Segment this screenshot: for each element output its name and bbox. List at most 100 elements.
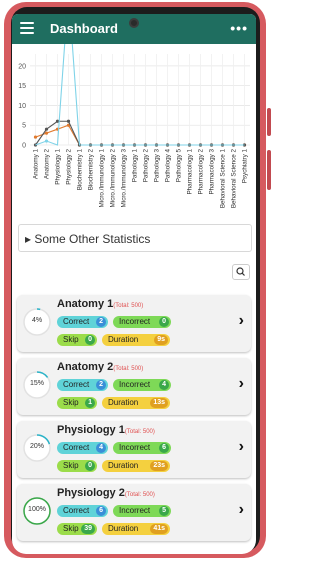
duration-value: 9s: [154, 335, 168, 345]
x-tick-label: Micro./Immunology 2: [110, 149, 117, 208]
progress-line-chart: 0 5 10 15 20 Anatomy 1 Anatomy 2 Physiology 1 Ph…: [18, 44, 250, 209]
series-line: [35, 44, 245, 146]
correct-count: 2: [96, 317, 106, 327]
topic-total: (Total: 500): [113, 366, 144, 372]
chevron-right-icon[interactable]: ›: [239, 438, 244, 456]
x-tick-label: Anatomy 1: [33, 149, 40, 180]
incorrect-pill: Incorrect 6: [113, 442, 171, 454]
skip-count: 0: [85, 461, 95, 471]
topic-title: Anatomy 1(Total: 500): [57, 298, 144, 310]
correct-pill: Correct 2: [57, 379, 108, 391]
x-tick-label: Pathology 3: [154, 149, 161, 183]
incorrect-count: 4: [159, 380, 169, 390]
y-tick-label: 5: [22, 123, 26, 130]
skip-count: 39: [81, 524, 95, 534]
duration-pill: Duration 13s: [102, 397, 170, 409]
duration-value: 13s: [150, 398, 168, 408]
topic-title: Anatomy 2(Total: 500): [57, 361, 144, 373]
search-icon: [236, 267, 245, 276]
progress-ring: 15%: [22, 370, 52, 400]
app-screen: Dashboard ••• 0 5 10 15 20 Anatomy 1 Anatomy 2…: [12, 14, 256, 554]
duration-value: 23s: [150, 461, 168, 471]
camera-icon: [129, 18, 139, 28]
chevron-right-icon[interactable]: ›: [239, 375, 244, 393]
progress-percent: 100%: [28, 506, 46, 513]
incorrect-count: 6: [159, 443, 169, 453]
progress-ring: 4%: [22, 307, 52, 337]
skip-pill: Skip 0: [57, 460, 97, 472]
duration-value: 41s: [150, 524, 168, 534]
x-tick-label: Pathology 4: [165, 149, 172, 183]
x-tick-label: Micro./Immunology 1: [99, 149, 106, 208]
correct-count: 4: [96, 443, 106, 453]
page-title: Dashboard: [50, 21, 118, 36]
y-tick-label: 10: [18, 103, 26, 110]
x-tick-label: Biochemistry 1: [77, 149, 84, 191]
x-tick-label: Behavioral Science 1: [220, 149, 227, 209]
topic-card[interactable]: 20% Physiology 1(Total: 500) Correct 4 I…: [17, 421, 251, 478]
x-tick-label: Pharmacology 3: [209, 149, 216, 195]
correct-pill: Correct 6: [57, 505, 108, 517]
chevron-right-icon[interactable]: ›: [239, 312, 244, 330]
topic-total: (Total: 500): [124, 492, 155, 498]
data-point: [44, 131, 49, 135]
duration-pill: Duration 41s: [102, 523, 170, 535]
chevron-right-icon[interactable]: ›: [239, 501, 244, 519]
topic-total: (Total: 500): [113, 303, 144, 309]
y-tick-label: 0: [22, 143, 26, 150]
incorrect-count: 5: [159, 506, 169, 516]
x-tick-label: Physiology 1: [55, 149, 62, 185]
skip-pill: Skip 0: [57, 334, 97, 346]
more-dots-icon[interactable]: •••: [230, 20, 248, 36]
skip-pill: Skip 1: [57, 397, 97, 409]
data-point: [33, 135, 38, 139]
progress-percent: 15%: [29, 380, 44, 387]
correct-pill: Correct 2: [57, 316, 108, 328]
app-bar: Dashboard •••: [12, 14, 256, 44]
skip-count: 1: [85, 398, 95, 408]
x-tick-label: Anatomy 2: [44, 149, 51, 180]
x-tick-label: Pathology 1: [132, 149, 139, 183]
power-button: [267, 150, 271, 190]
topic-total: (Total: 500): [124, 429, 155, 435]
x-tick-label: Biochemistry 2: [88, 149, 95, 191]
x-tick-label: Pharmacology 1: [187, 149, 194, 195]
topic-card[interactable]: 100% Physiology 2(Total: 500) Correct 6 …: [17, 484, 251, 541]
topic-card[interactable]: 15% Anatomy 2(Total: 500) Correct 2 Inco…: [17, 358, 251, 415]
series-line: [35, 124, 245, 146]
triangle-right-icon: ▸: [25, 232, 32, 246]
data-point: [44, 127, 49, 131]
duration-pill: Duration 9s: [102, 334, 170, 346]
progress-ring: 20%: [22, 433, 52, 463]
data-point: [66, 119, 71, 123]
other-statistics-expander[interactable]: ▸ Some Other Statistics: [18, 224, 252, 252]
skip-count: 0: [85, 335, 95, 345]
correct-pill: Correct 4: [57, 442, 108, 454]
incorrect-pill: Incorrect 4: [113, 379, 171, 391]
y-tick-label: 20: [18, 63, 26, 70]
topic-title: Physiology 2(Total: 500): [57, 487, 155, 499]
x-tick-label: Pathology 2: [143, 149, 150, 183]
hamburger-icon[interactable]: [20, 22, 34, 34]
x-tick-label: Micro./Immunology 3: [121, 149, 128, 208]
x-tick-label: Physiology 2: [66, 149, 73, 185]
duration-pill: Duration 23s: [102, 460, 170, 472]
correct-count: 6: [96, 506, 106, 516]
incorrect-count: 0: [159, 317, 169, 327]
incorrect-pill: Incorrect 0: [113, 316, 171, 328]
incorrect-pill: Incorrect 5: [113, 505, 171, 517]
correct-count: 2: [96, 380, 106, 390]
y-tick-label: 15: [18, 83, 26, 90]
data-point: [44, 139, 49, 143]
x-tick-label: Psychiatry 1: [242, 149, 249, 184]
x-tick-label: Pathology 5: [176, 149, 183, 183]
topic-card[interactable]: 4% Anatomy 1(Total: 500) Correct 2 Incor…: [17, 295, 251, 352]
progress-percent: 20%: [29, 443, 44, 450]
volume-button: [267, 108, 271, 136]
topic-title: Physiology 1(Total: 500): [57, 424, 155, 436]
search-button[interactable]: [232, 264, 250, 280]
x-tick-label: Behavioral Science 2: [231, 149, 238, 209]
skip-pill: Skip 39: [57, 523, 97, 535]
progress-ring: 100%: [22, 496, 52, 526]
progress-percent: 4%: [31, 317, 43, 324]
